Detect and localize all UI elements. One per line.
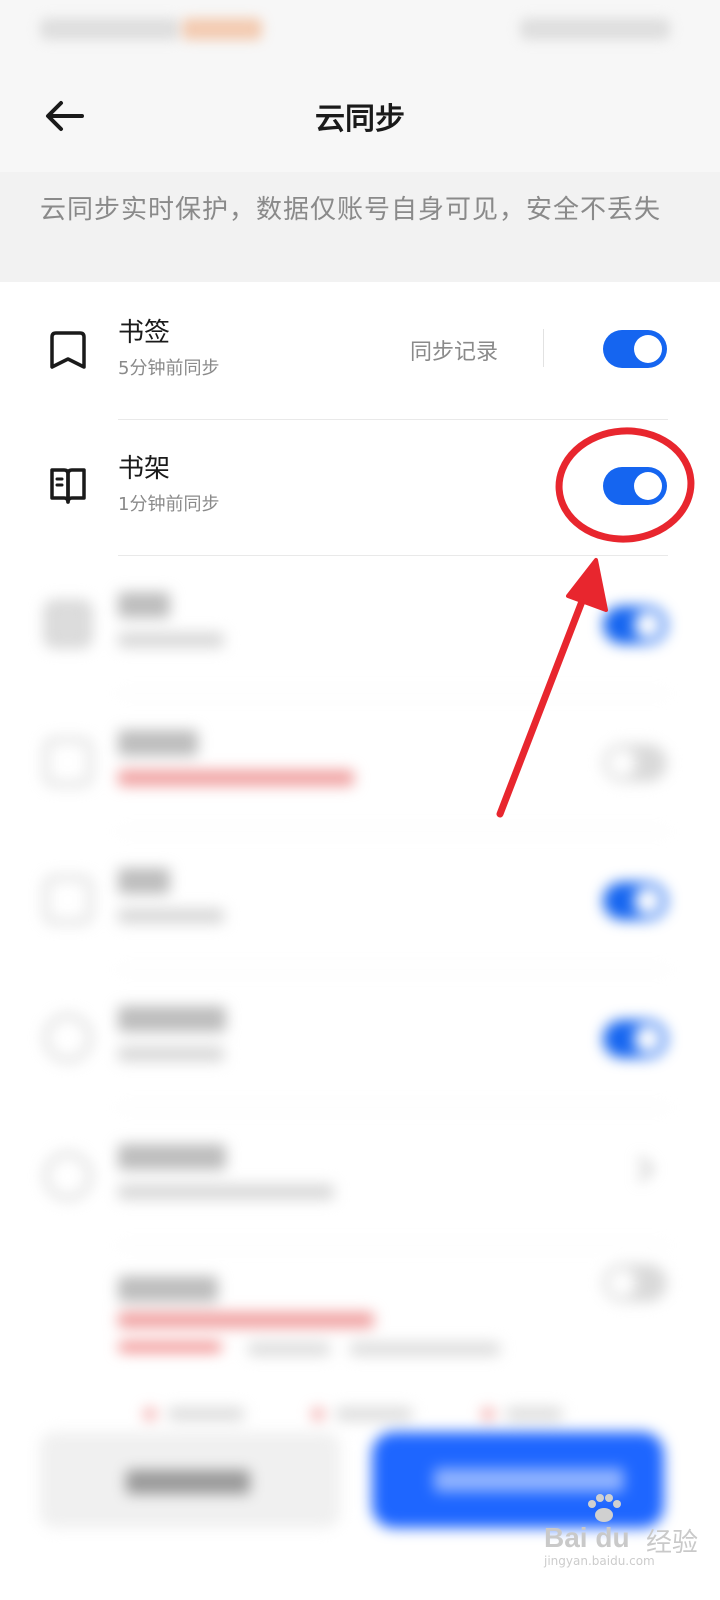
- page-title: 云同步: [315, 102, 405, 137]
- watermark-brand: Bai du: [544, 1522, 630, 1553]
- sync-item-title: 书架: [118, 454, 171, 484]
- blurred-row: [0, 1246, 720, 1406]
- open-book-icon: [44, 462, 92, 510]
- blurred-toggle[interactable]: [603, 1020, 667, 1058]
- blurred-row: [0, 970, 720, 1108]
- blurred-subtitle: [118, 908, 224, 924]
- blurred-toggle[interactable]: [603, 1264, 667, 1302]
- sync-record-link[interactable]: 同步记录: [410, 334, 498, 366]
- blurred-row: [0, 1108, 720, 1246]
- blurred-title: [118, 592, 170, 618]
- blurred-text: [506, 1407, 562, 1421]
- blurred-row: [0, 556, 720, 694]
- status-bar: [0, 0, 720, 60]
- bookmark-icon: [44, 326, 92, 374]
- dot-icon: [312, 1408, 324, 1420]
- cloud-icon: [44, 1152, 92, 1200]
- blurred-subtitle: [118, 1184, 334, 1200]
- progress-bar: [118, 1342, 222, 1352]
- blurred-content: [0, 556, 720, 1600]
- sync-item-subtitle: 1分钟前同步: [118, 494, 220, 515]
- sync-notice: 云同步实时保护，数据仅账号自身可见，安全不丢失: [0, 172, 720, 282]
- grid-icon: [44, 600, 92, 648]
- blurred-toggle[interactable]: [603, 606, 667, 644]
- watermark-url: jingyan.baidu.com: [544, 1554, 655, 1568]
- blurred-title: [118, 1276, 218, 1302]
- vertical-separator: [543, 329, 544, 367]
- baidu-watermark: Bai du 经验 jingyan.baidu.com: [540, 1494, 710, 1568]
- blurred-subtitle: [118, 770, 354, 786]
- blurred-title: [118, 868, 170, 894]
- dot-icon: [482, 1408, 494, 1420]
- shield-icon: [44, 1014, 92, 1062]
- blurred-text: [336, 1407, 412, 1421]
- status-left-blurred: [40, 18, 180, 40]
- app-header: 云同步: [0, 60, 720, 172]
- status-right-blurred: [520, 18, 670, 40]
- book-icon: [44, 876, 92, 924]
- dot-icon: [144, 1408, 156, 1420]
- blurred-title: [118, 1006, 226, 1032]
- bookmarks-toggle[interactable]: [603, 330, 667, 368]
- blurred-row: [0, 832, 720, 970]
- sync-item-subtitle: 5分钟前同步: [118, 358, 220, 379]
- blurred-text: [168, 1407, 244, 1421]
- video-icon: [44, 738, 92, 786]
- manual-sync-button[interactable]: [40, 1432, 340, 1528]
- blurred-text: [248, 1342, 330, 1356]
- blurred-row: [0, 694, 720, 832]
- blurred-subtitle: [118, 632, 224, 648]
- blurred-toggle[interactable]: [603, 882, 667, 920]
- blurred-title: [118, 1144, 226, 1170]
- bookshelf-toggle[interactable]: [603, 467, 667, 505]
- paw-logo-icon: [588, 1494, 621, 1522]
- chevron-right-icon[interactable]: [628, 1156, 654, 1182]
- status-notifications-blurred: [182, 18, 262, 40]
- blurred-title: [118, 730, 198, 756]
- blurred-subtitle: [118, 1312, 374, 1328]
- toggle-knob: [634, 335, 662, 363]
- blurred-toggle[interactable]: [603, 744, 667, 782]
- blurred-text: [350, 1342, 500, 1356]
- sync-item-title: 书签: [118, 318, 171, 348]
- toggle-knob: [634, 472, 662, 500]
- blurred-subtitle: [118, 1046, 224, 1062]
